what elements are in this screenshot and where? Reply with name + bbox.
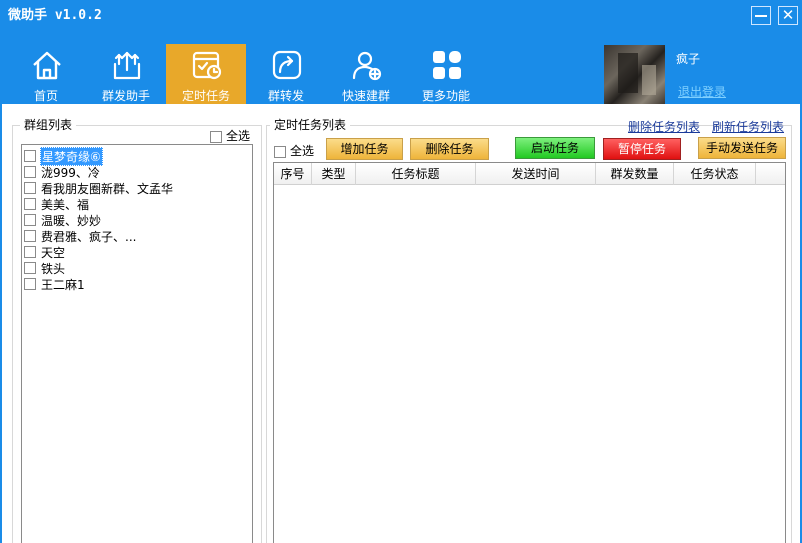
group-name: 天空 <box>41 245 66 260</box>
username: 疯子 <box>676 52 701 66</box>
group-checkbox[interactable] <box>24 150 36 162</box>
nav-label: 群发助手 <box>101 89 150 103</box>
task-list-title: 定时任务列表 <box>270 116 351 133</box>
nav-label: 群转发 <box>267 89 304 103</box>
select-all-label: 全选 <box>290 144 315 158</box>
avatar[interactable] <box>604 45 665 104</box>
nav-more[interactable]: 更多功能 <box>406 44 486 104</box>
manual-send-button[interactable]: 手动发送任务 <box>698 137 786 159</box>
share-icon <box>272 50 302 80</box>
column-header[interactable]: 任务状态 <box>674 163 756 185</box>
refresh-task-list-link[interactable]: 刷新任务列表 <box>712 118 784 135</box>
nav-label: 定时任务 <box>181 89 230 103</box>
app-title: 微助手 v1.0.2 <box>8 8 102 23</box>
nav-broadcast[interactable]: 群发助手 <box>86 44 166 104</box>
add-group-icon <box>352 51 382 81</box>
column-header[interactable]: 发送时间 <box>476 163 596 185</box>
group-name: 铁头 <box>41 261 66 276</box>
group-name: 费君雅、疯子、... <box>41 229 137 244</box>
group-checkbox[interactable] <box>24 182 36 194</box>
group-list-title: 群组列表 <box>20 116 77 133</box>
group-name: 美美、福 <box>41 197 90 212</box>
column-header[interactable]: 任务标题 <box>356 163 476 185</box>
table-header: 序号 类型 任务标题 发送时间 群发数量 任务状态 <box>274 163 785 185</box>
group-checkbox[interactable] <box>24 278 36 290</box>
add-task-button[interactable]: 增加任务 <box>326 138 403 160</box>
nav-scheduled-task[interactable]: 定时任务 <box>166 44 246 104</box>
group-name: 王二麻1 <box>41 277 85 292</box>
home-icon <box>33 51 61 80</box>
group-checkbox[interactable] <box>24 214 36 226</box>
group-select-all[interactable]: 全选 <box>210 127 250 144</box>
group-name: 泷999、冷 <box>41 165 100 180</box>
list-item[interactable]: 费君雅、疯子、... <box>24 228 137 244</box>
list-item[interactable]: 看我朋友圈新群、文孟华 <box>24 180 174 196</box>
nav-label: 快速建群 <box>341 89 390 103</box>
list-item[interactable]: 王二麻1 <box>24 276 86 292</box>
group-checkbox[interactable] <box>24 166 36 178</box>
start-task-button[interactable]: 启动任务 <box>515 137 595 159</box>
pause-task-button[interactable]: 暂停任务 <box>603 138 681 160</box>
nav-label: 首页 <box>33 89 58 103</box>
column-header[interactable]: 类型 <box>312 163 356 185</box>
close-button[interactable]: ✕ <box>778 6 798 25</box>
select-all-checkbox[interactable] <box>274 145 286 158</box>
group-name: 看我朋友圈新群、文孟华 <box>41 181 174 196</box>
column-header[interactable]: 序号 <box>274 163 312 185</box>
select-all-checkbox[interactable] <box>210 130 222 143</box>
list-item[interactable]: 泷999、冷 <box>24 164 101 180</box>
app-header: 微助手 v1.0.2 ✕ 首页 群发助手 定时任务 群转发 快速建群 更多功能 … <box>0 0 802 104</box>
list-item[interactable]: 星梦奇缘⑥ <box>24 146 252 166</box>
list-item[interactable]: 铁头 <box>24 260 66 276</box>
delete-task-button[interactable]: 删除任务 <box>410 138 489 160</box>
list-item[interactable]: 美美、福 <box>24 196 90 212</box>
minimize-button[interactable] <box>751 6 771 25</box>
delete-task-list-link[interactable]: 删除任务列表 <box>628 118 700 135</box>
column-header[interactable]: 群发数量 <box>596 163 674 185</box>
task-select-all[interactable]: 全选 <box>274 142 314 159</box>
nav-group-forward[interactable]: 群转发 <box>246 44 326 104</box>
nav-home[interactable]: 首页 <box>6 44 86 104</box>
list-item[interactable]: 天空 <box>24 244 66 260</box>
logout-link[interactable]: 退出登录 <box>678 83 726 100</box>
group-checkbox[interactable] <box>24 230 36 242</box>
scheduled-task-icon <box>192 51 222 80</box>
group-list[interactable]: 星梦奇缘⑥ 泷999、冷 看我朋友圈新群、文孟华 美美、福 温暖、妙妙 费君雅、… <box>21 144 253 543</box>
apps-grid-icon <box>433 51 461 79</box>
select-all-label: 全选 <box>226 129 251 143</box>
task-table[interactable]: 序号 类型 任务标题 发送时间 群发数量 任务状态 <box>273 162 786 543</box>
nav-quick-group[interactable]: 快速建群 <box>326 44 406 104</box>
group-checkbox[interactable] <box>24 262 36 274</box>
nav-label: 更多功能 <box>421 89 470 103</box>
group-checkbox[interactable] <box>24 198 36 210</box>
list-item[interactable]: 温暖、妙妙 <box>24 212 102 228</box>
group-checkbox[interactable] <box>24 246 36 258</box>
broadcast-icon <box>113 51 141 80</box>
group-name: 温暖、妙妙 <box>41 213 102 228</box>
